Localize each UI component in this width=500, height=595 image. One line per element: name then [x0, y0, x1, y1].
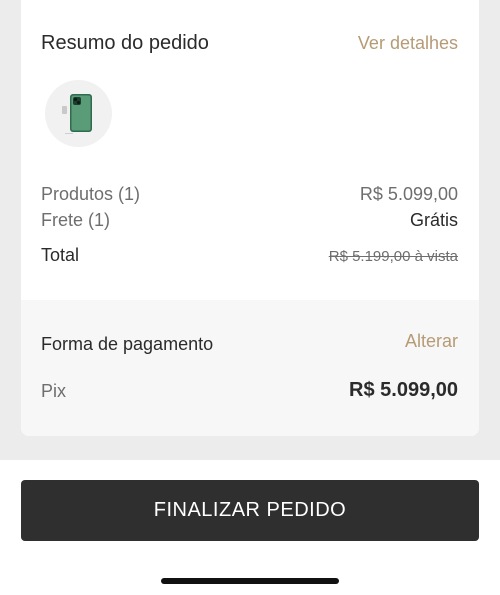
order-summary-title: Resumo do pedido: [41, 32, 209, 54]
order-summary: Resumo do pedido Ver detalhes Produtos (…: [21, 0, 479, 300]
change-payment-link[interactable]: Alterar: [405, 331, 458, 352]
total-label: Total: [41, 245, 80, 265]
products-label: Produtos (1): [41, 184, 141, 204]
payment-method-name: Pix: [41, 381, 67, 401]
order-card: Resumo do pedido Ver detalhes Produtos (…: [21, 0, 479, 436]
shipping-label: Frete (1): [41, 210, 111, 230]
products-row: Produtos (1) R$ 5.099,00: [41, 184, 458, 205]
payment-section: Forma de pagamento Alterar Pix R$ 5.099,…: [21, 300, 479, 436]
product-thumbnail: [45, 80, 112, 147]
total-value: R$ 5.199,00 à vista: [328, 248, 458, 265]
iphone-thumbnail-icon: [61, 93, 92, 134]
payment-method-title: Forma de pagamento: [41, 334, 214, 354]
payment-amount: R$ 5.099,00: [349, 379, 458, 401]
home-indicator: [161, 578, 339, 584]
view-details-link[interactable]: Ver detalhes: [358, 33, 458, 54]
shipping-row: Frete (1) Grátis: [41, 210, 458, 231]
bottom-bar: FINALIZAR PEDIDO: [0, 460, 500, 595]
finalize-order-button[interactable]: FINALIZAR PEDIDO: [21, 480, 479, 541]
shipping-value: Grátis: [409, 210, 458, 230]
products-value: R$ 5.099,00: [359, 184, 458, 204]
total-row: Total R$ 5.199,00 à vista: [41, 245, 458, 266]
